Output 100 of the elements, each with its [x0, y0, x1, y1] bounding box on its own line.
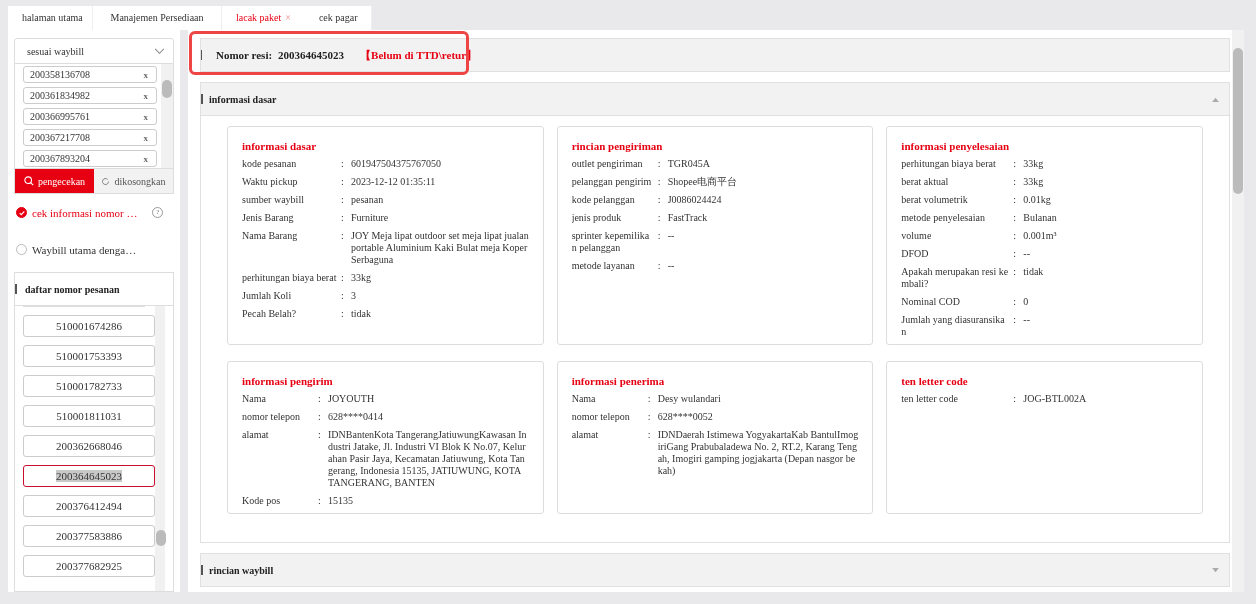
- field-value: 33kg: [1023, 176, 1045, 188]
- scrollbar-thumb[interactable]: [156, 530, 166, 546]
- tab[interactable]: lacak paket ×: [222, 6, 305, 30]
- field-value: tidak: [351, 308, 372, 320]
- field-label: Nama Barang: [242, 230, 299, 243]
- field-separator: :: [1013, 230, 1018, 242]
- order-item[interactable]: 200376412494: [23, 495, 155, 517]
- field-value: 628****0052: [657, 411, 714, 423]
- order-item[interactable]: 200364645023: [23, 465, 155, 487]
- card-title: rincian pengiriman: [571, 140, 664, 152]
- field-value: JOG-BTL002A: [1023, 393, 1088, 405]
- field-label: Nominal COD: [901, 296, 961, 308]
- remove-icon[interactable]: x: [143, 153, 148, 164]
- search-button[interactable]: pengecekan: [15, 169, 94, 193]
- field-separator: :: [1013, 314, 1018, 327]
- field-value: IDNDaerah Istimewa YogyakartaKab BantulImogiriGang Prabubaladewa No. 2, RT.2, Karang Tengah, Imogiri gamping jogjakarta (Depan nasgor bekah): [657, 429, 859, 477]
- field-value: 0.001m³: [1023, 230, 1058, 242]
- order-item[interactable]: 200362668046: [23, 435, 155, 457]
- field-label: Nama: [571, 393, 597, 405]
- scrollbar-thumb[interactable]: [1233, 48, 1243, 194]
- field-separator: :: [1013, 212, 1018, 224]
- field-label: Apakah merupakan resi kembali?: [901, 266, 1010, 290]
- section-header[interactable]: rincian waybill: [201, 554, 1229, 586]
- order-item[interactable]: 200377682925: [23, 555, 155, 577]
- field-separator: :: [341, 212, 345, 224]
- option-label[interactable]: Waybill utama denga…: [32, 243, 137, 256]
- field-label: kode pesanan: [242, 158, 298, 170]
- panel-title: daftar nomor pesanan: [25, 283, 120, 295]
- waybill-number: 200366995761: [30, 111, 90, 122]
- field-value: 0.01kg: [1023, 194, 1052, 206]
- field-label: metode layanan: [571, 260, 636, 272]
- order-item[interactable]: 510001782733: [23, 375, 155, 397]
- field-separator: :: [341, 290, 345, 302]
- field-label: berat volumetrik: [901, 194, 969, 206]
- field-separator: :: [341, 308, 345, 320]
- order-item[interactable]: 200377583886: [23, 525, 155, 547]
- receipt-number: 200364645023: [278, 49, 345, 61]
- card-title: informasi penyelesaian: [901, 140, 1011, 152]
- field-value: pesanan: [351, 194, 385, 206]
- caret-icon: [1212, 567, 1219, 573]
- order-item[interactable]: 510001753393: [23, 345, 155, 367]
- field-separator: :: [657, 176, 662, 188]
- field-separator: :: [1013, 194, 1018, 206]
- field-value: 33kg: [1023, 158, 1045, 170]
- field-label: Jumlah yang diasuransikan: [901, 314, 1006, 338]
- order-item[interactable]: 510001811031: [23, 405, 155, 427]
- field-separator: :: [1013, 248, 1018, 260]
- field-value: FastTrack: [667, 212, 709, 224]
- card-title: informasi dasar: [242, 140, 318, 152]
- chevron-icon: [154, 47, 165, 55]
- waybill-number: 200361834982: [30, 90, 90, 101]
- field-label: Jenis Barang: [242, 212, 295, 224]
- field-value: Desy wulandari: [657, 393, 722, 405]
- remove-icon[interactable]: x: [143, 111, 148, 122]
- waybill-number: 200367217708: [30, 132, 90, 143]
- field-label: pelanggan pengirim: [571, 176, 653, 188]
- section-header[interactable]: informasi dasar: [201, 83, 1229, 115]
- field-value: 601947504375767050: [351, 158, 442, 170]
- remove-icon[interactable]: x: [143, 69, 148, 80]
- field-value: J0086024424: [667, 194, 723, 206]
- field-value: 3: [351, 290, 357, 302]
- field-value: --: [667, 260, 676, 272]
- scrollbar-thumb[interactable]: [162, 80, 172, 98]
- card-title: informasi penerima: [571, 375, 666, 387]
- remove-icon[interactable]: x: [143, 132, 148, 143]
- query-type-dropdown[interactable]: sesuai waybill: [14, 38, 174, 64]
- option-label[interactable]: cek informasi nomor …: [32, 206, 138, 219]
- field-value: Furniture: [351, 212, 390, 224]
- order-item[interactable]: 510001674286: [23, 315, 155, 337]
- field-separator: :: [341, 158, 345, 170]
- field-separator: :: [647, 411, 652, 423]
- remove-icon[interactable]: x: [143, 90, 148, 101]
- field-value: Shopee电商平台: [667, 176, 739, 188]
- field-separator: :: [341, 272, 345, 284]
- field-label: metode penyelesaian: [901, 212, 986, 224]
- card-title: informasi pengirim: [242, 375, 334, 387]
- field-separator: :: [318, 429, 322, 442]
- field-label: perhitungan biaya berat: [242, 272, 338, 284]
- field-separator: :: [318, 411, 322, 423]
- search-icon: [23, 176, 34, 186]
- field-separator: :: [1013, 393, 1018, 405]
- clear-button[interactable]: dikosongkan: [94, 169, 173, 193]
- refresh-icon: [101, 176, 111, 186]
- field-value: --: [667, 230, 676, 243]
- field-separator: :: [1013, 296, 1018, 308]
- field-value: IDNBantenKota TangerangJatiuwungKawasan Industri Jatake, Jl. Industri VI Blok K No.07, Kelurahan Pasir Jaya, Kecamatan Jatiuwung, Kota Tangerang, Indonesia 15135, JATIUWUNG, KOTA TANGERANG, BANTEN: [328, 429, 528, 489]
- check-icon: [17, 208, 26, 217]
- field-label: perhitungan biaya berat: [901, 158, 997, 170]
- field-label: Jumlah Koli: [242, 290, 293, 302]
- field-separator: :: [657, 158, 662, 170]
- radio-button[interactable]: [16, 207, 27, 218]
- field-separator: :: [657, 194, 662, 206]
- field-value: 2023-12-12 01:35:11: [351, 176, 437, 188]
- field-value: 628****0414: [328, 411, 384, 423]
- field-label: alamat: [571, 429, 600, 442]
- field-separator: :: [647, 393, 652, 405]
- field-separator: :: [318, 393, 322, 405]
- field-label: ten letter code: [901, 393, 959, 405]
- field-label: jenis produk: [571, 212, 623, 224]
- field-value: --: [1023, 314, 1031, 327]
